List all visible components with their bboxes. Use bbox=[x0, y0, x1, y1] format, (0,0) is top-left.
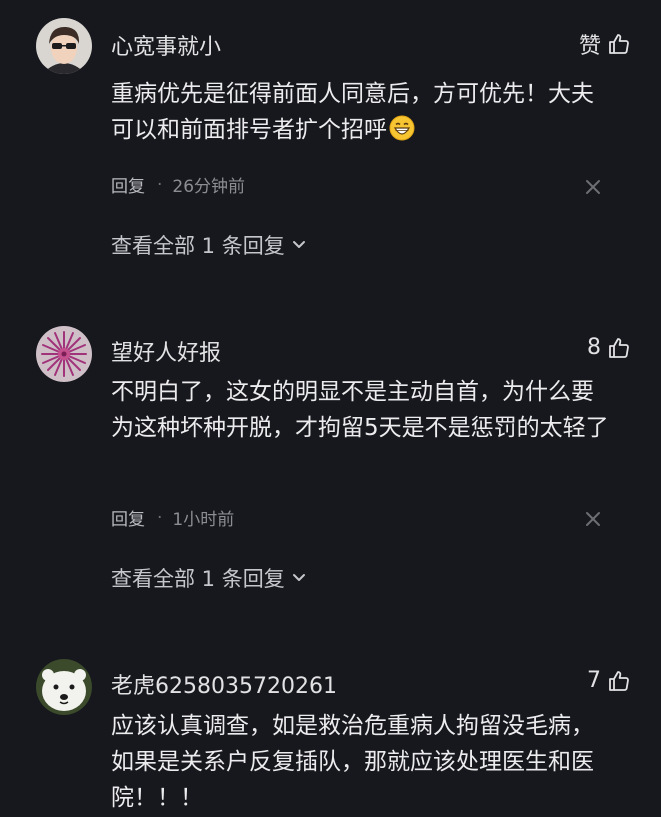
view-replies-label: 查看全部 1 条回复 bbox=[111, 567, 285, 591]
chevron-down-icon bbox=[291, 566, 307, 590]
like-label: 赞 bbox=[578, 34, 601, 59]
comment-text-content: 重病优先是征得前面人同意后，方可优先！大夫可以和前面排号者扩个招呼 bbox=[111, 81, 594, 143]
chevron-down-icon bbox=[291, 233, 307, 257]
like-button[interactable]: 7 bbox=[587, 668, 631, 693]
meta-separator: · bbox=[157, 174, 163, 195]
thumbs-up-icon bbox=[607, 336, 631, 360]
avatar[interactable] bbox=[36, 18, 92, 74]
grinning-face-emoji bbox=[389, 115, 415, 141]
comment-text: 重病优先是征得前面人同意后，方可优先！大夫可以和前面排号者扩个招呼 bbox=[111, 76, 601, 148]
timestamp: 1小时前 bbox=[172, 510, 235, 530]
meta-separator: · bbox=[157, 507, 163, 528]
view-replies-label: 查看全部 1 条回复 bbox=[111, 234, 285, 258]
comment-meta: 回复 · 1小时前 bbox=[111, 505, 235, 531]
like-count: 7 bbox=[587, 668, 601, 693]
like-count: 8 bbox=[587, 335, 601, 360]
comment-text: 不明白了，这女的明显不是主动自首，为什么要为这种坏种开脱，才拘留5天是不是惩罚的… bbox=[111, 379, 609, 441]
reply-button[interactable]: 回复 bbox=[111, 172, 145, 197]
view-replies-button[interactable]: 查看全部 1 条回复 bbox=[111, 563, 307, 593]
comment-text: 应该认真调查，如是救治危重病人拘留没毛病，如果是关系户反复插队，那就应该处理医生… bbox=[111, 713, 594, 811]
like-button[interactable]: 赞 bbox=[579, 28, 631, 60]
thumbs-up-icon bbox=[607, 32, 631, 56]
like-button[interactable]: 8 bbox=[587, 335, 631, 360]
reply-button[interactable]: 回复 bbox=[111, 505, 145, 530]
avatar[interactable] bbox=[36, 326, 92, 382]
username[interactable]: 心宽事就小 bbox=[111, 29, 221, 61]
username[interactable]: 老虎6258035720261 bbox=[111, 668, 337, 700]
timestamp: 26分钟前 bbox=[172, 177, 246, 197]
close-icon[interactable] bbox=[583, 177, 603, 197]
thumbs-up-icon bbox=[607, 669, 631, 693]
close-icon[interactable] bbox=[583, 509, 603, 529]
username[interactable]: 望好人好报 bbox=[111, 335, 221, 367]
view-replies-button[interactable]: 查看全部 1 条回复 bbox=[111, 230, 307, 260]
avatar[interactable] bbox=[36, 659, 92, 715]
comment-meta: 回复 · 26分钟前 bbox=[111, 172, 246, 198]
